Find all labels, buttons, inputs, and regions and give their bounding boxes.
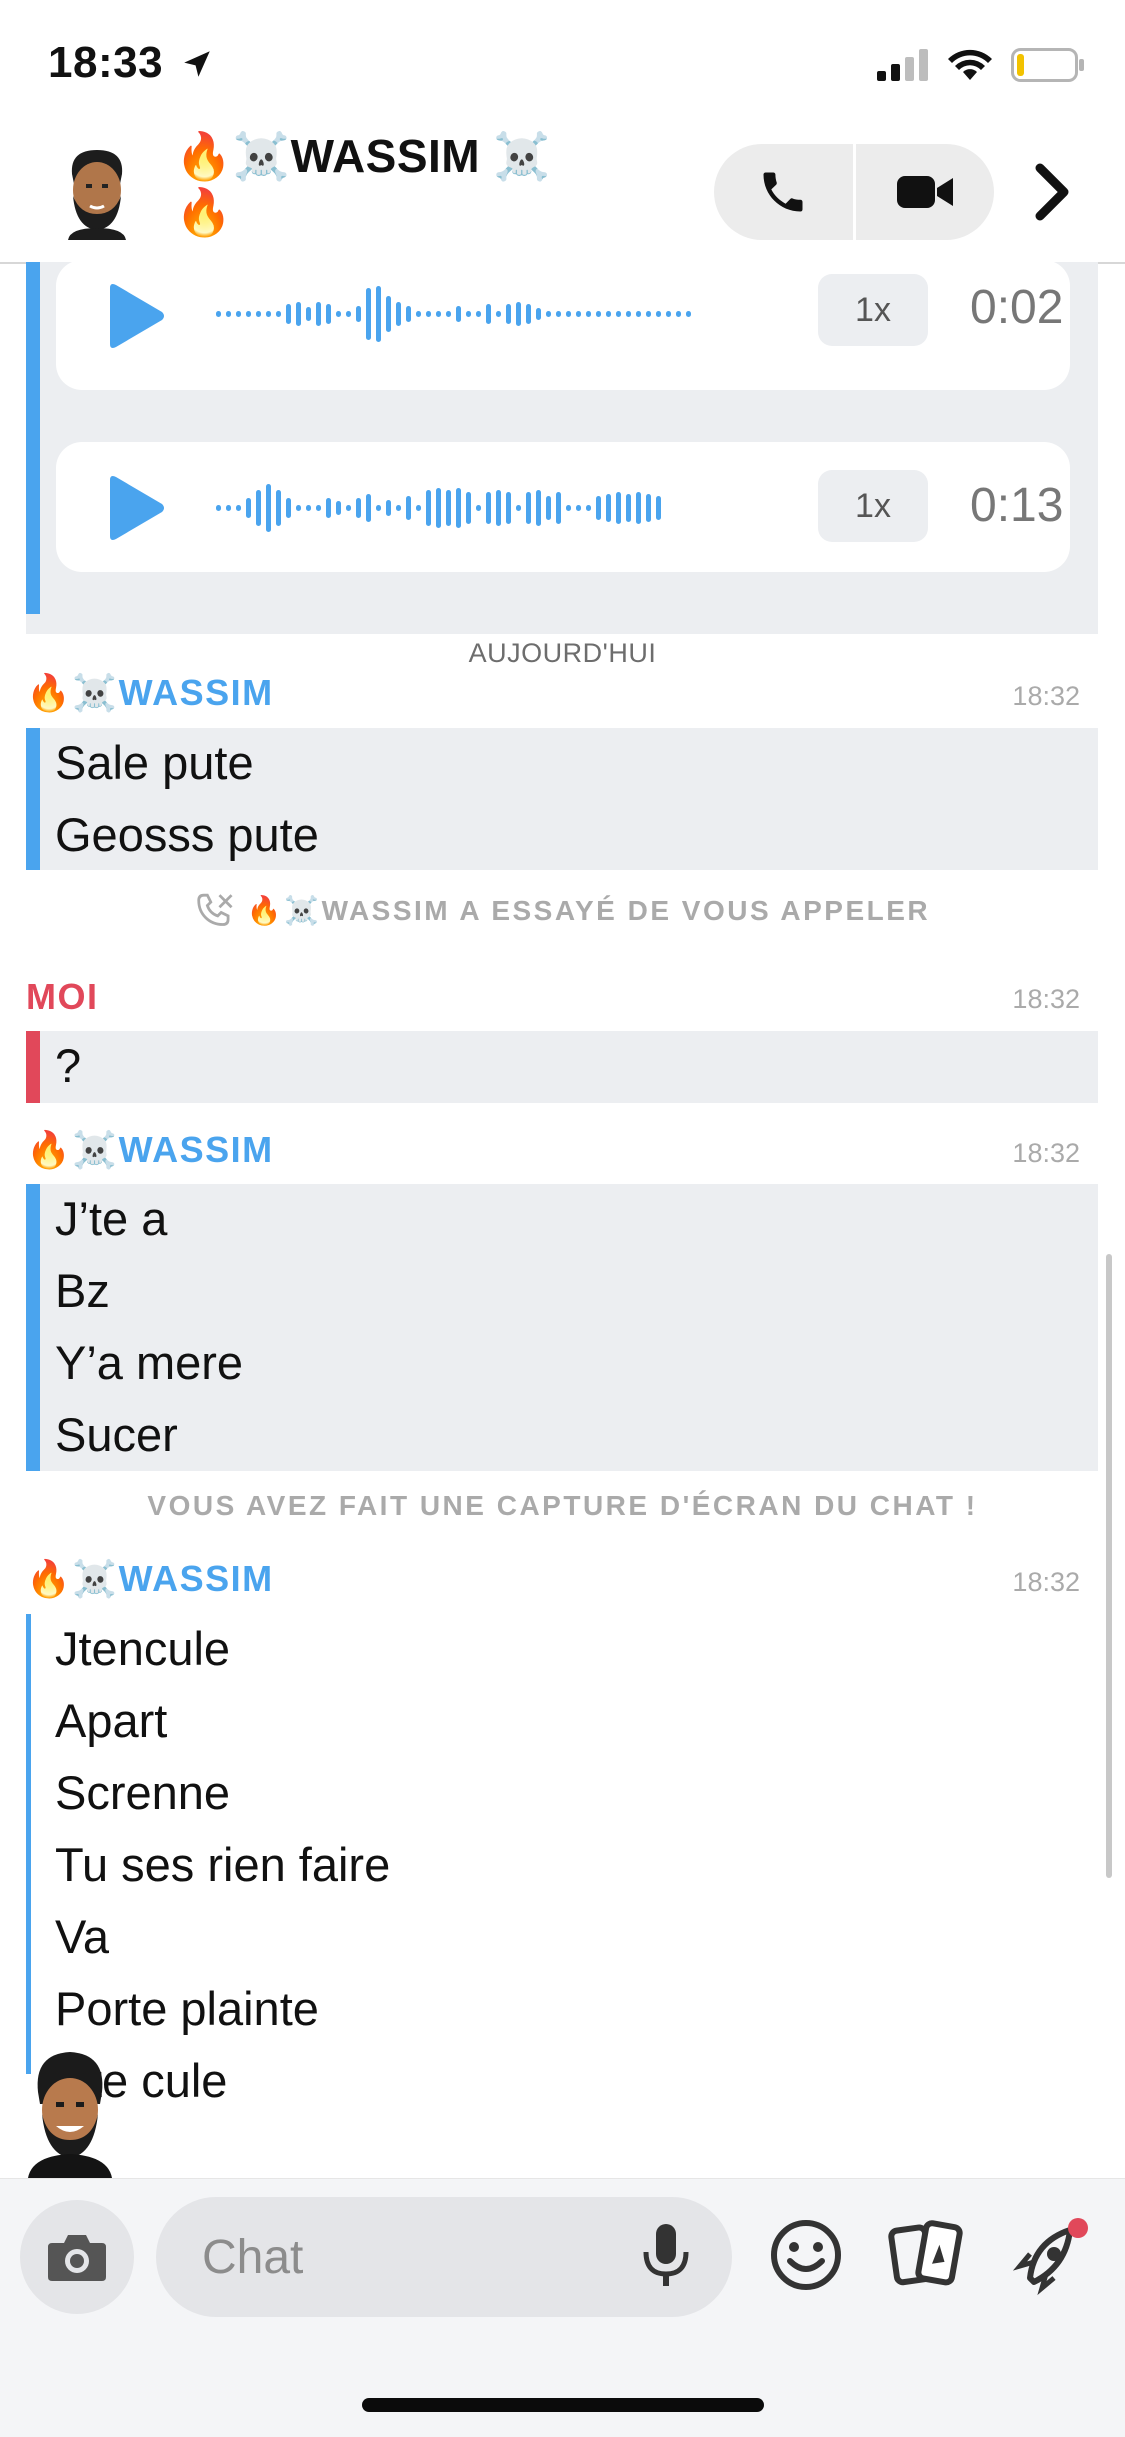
friend-avatar[interactable] [54,144,140,245]
cellular-signal-icon [877,49,928,81]
message-text[interactable]: Porte plainte [55,1979,319,2039]
message-text[interactable]: Geosss pute [55,805,319,865]
sender-name: 🔥☠️WASSIM [26,1129,274,1170]
playback-speed-button[interactable]: 1x [818,470,928,542]
message-text[interactable]: Sucer [55,1405,178,1465]
voice-note[interactable]: 1x 0:13 [56,442,1070,572]
play-icon[interactable] [104,282,168,350]
emoji-button[interactable] [768,2217,844,2298]
title-emoji-suffix: ☠️ [493,130,552,182]
sender-bar [26,1184,40,1471]
waveform-icon [216,484,661,532]
date-separator: AUJOURD'HUI [468,638,657,668]
bitmoji-avatar [22,2048,118,2183]
chat-title[interactable]: 🔥☠️WASSIM ☠️ 🔥 [175,128,551,240]
missed-call-icon [197,893,233,926]
voice-duration: 0:13 [970,479,1064,532]
camera-button[interactable] [20,2200,134,2314]
sender-name: 🔥☠️WASSIM [26,1558,274,1599]
chevron-right-icon[interactable] [1032,160,1072,229]
sender-bar [26,728,40,870]
voice-duration: 0:02 [970,281,1064,334]
sender-name-me: MOI [26,976,99,1017]
title-name: WASSIM [290,130,481,182]
message-time: 18:32 [1012,681,1080,711]
microphone-button[interactable] [640,2222,692,2295]
title-emoji: 🔥☠️ [175,130,291,182]
message-text[interactable]: J’te a [55,1189,167,1249]
wifi-icon [948,49,992,80]
status-indicators [877,48,1085,82]
sender-bar [26,1614,31,2074]
message-text[interactable]: Sale pute [55,733,254,793]
camera-icon [48,2235,106,2281]
waveform-icon [216,286,691,342]
message-text[interactable]: Y’a mere [55,1333,243,1393]
playback-speed-button[interactable]: 1x [818,274,928,346]
sender-name: 🔥☠️WASSIM [26,672,274,713]
message-time: 18:32 [1012,1567,1080,1597]
play-icon[interactable] [104,474,168,542]
rocket-icon [1012,2218,1088,2296]
stickers-button[interactable] [886,2217,968,2298]
screenshot-notice: VOUS AVEZ FAIT UNE CAPTURE D'ÉCRAN DU CH… [147,1490,978,1521]
smiley-icon [771,2220,841,2290]
message-time: 18:32 [1012,984,1080,1014]
sender-bar [26,1031,40,1103]
message-text[interactable]: Va [55,1907,109,1967]
status-time: 18:33 [48,38,214,88]
video-camera-icon [896,176,953,208]
message-time: 18:32 [1012,1138,1080,1168]
battery-icon [1011,48,1084,82]
message-text[interactable]: Tu ses rien faire [55,1835,390,1895]
message-text[interactable]: Apart [55,1691,167,1751]
call-button-group [714,144,994,240]
voice-call-button[interactable] [714,144,853,240]
message-text[interactable]: Bz [55,1261,110,1321]
sender-bar [26,262,40,614]
video-call-button[interactable] [856,144,995,240]
voice-note[interactable]: 1x 0:02 [56,260,1070,390]
phone-icon [763,172,803,212]
scrollbar[interactable] [1106,1254,1112,1878]
message-text[interactable]: ? [55,1036,81,1096]
message-bubble[interactable] [26,1031,1098,1103]
message-text[interactable]: Screnne [55,1763,230,1823]
location-arrow-icon [184,51,210,77]
message-text[interactable]: Jtencule [55,1619,230,1679]
title-emoji-tail: 🔥 [175,186,233,238]
home-indicator[interactable] [362,2398,764,2412]
games-button[interactable] [1010,2214,1094,2303]
message-bubble[interactable] [26,1184,1098,1471]
missed-call-notice: 🔥☠️WASSIM A ESSAYÉ DE VOUS APPELER [0,890,1125,928]
cards-icon [888,2220,963,2286]
microphone-icon [643,2224,689,2286]
